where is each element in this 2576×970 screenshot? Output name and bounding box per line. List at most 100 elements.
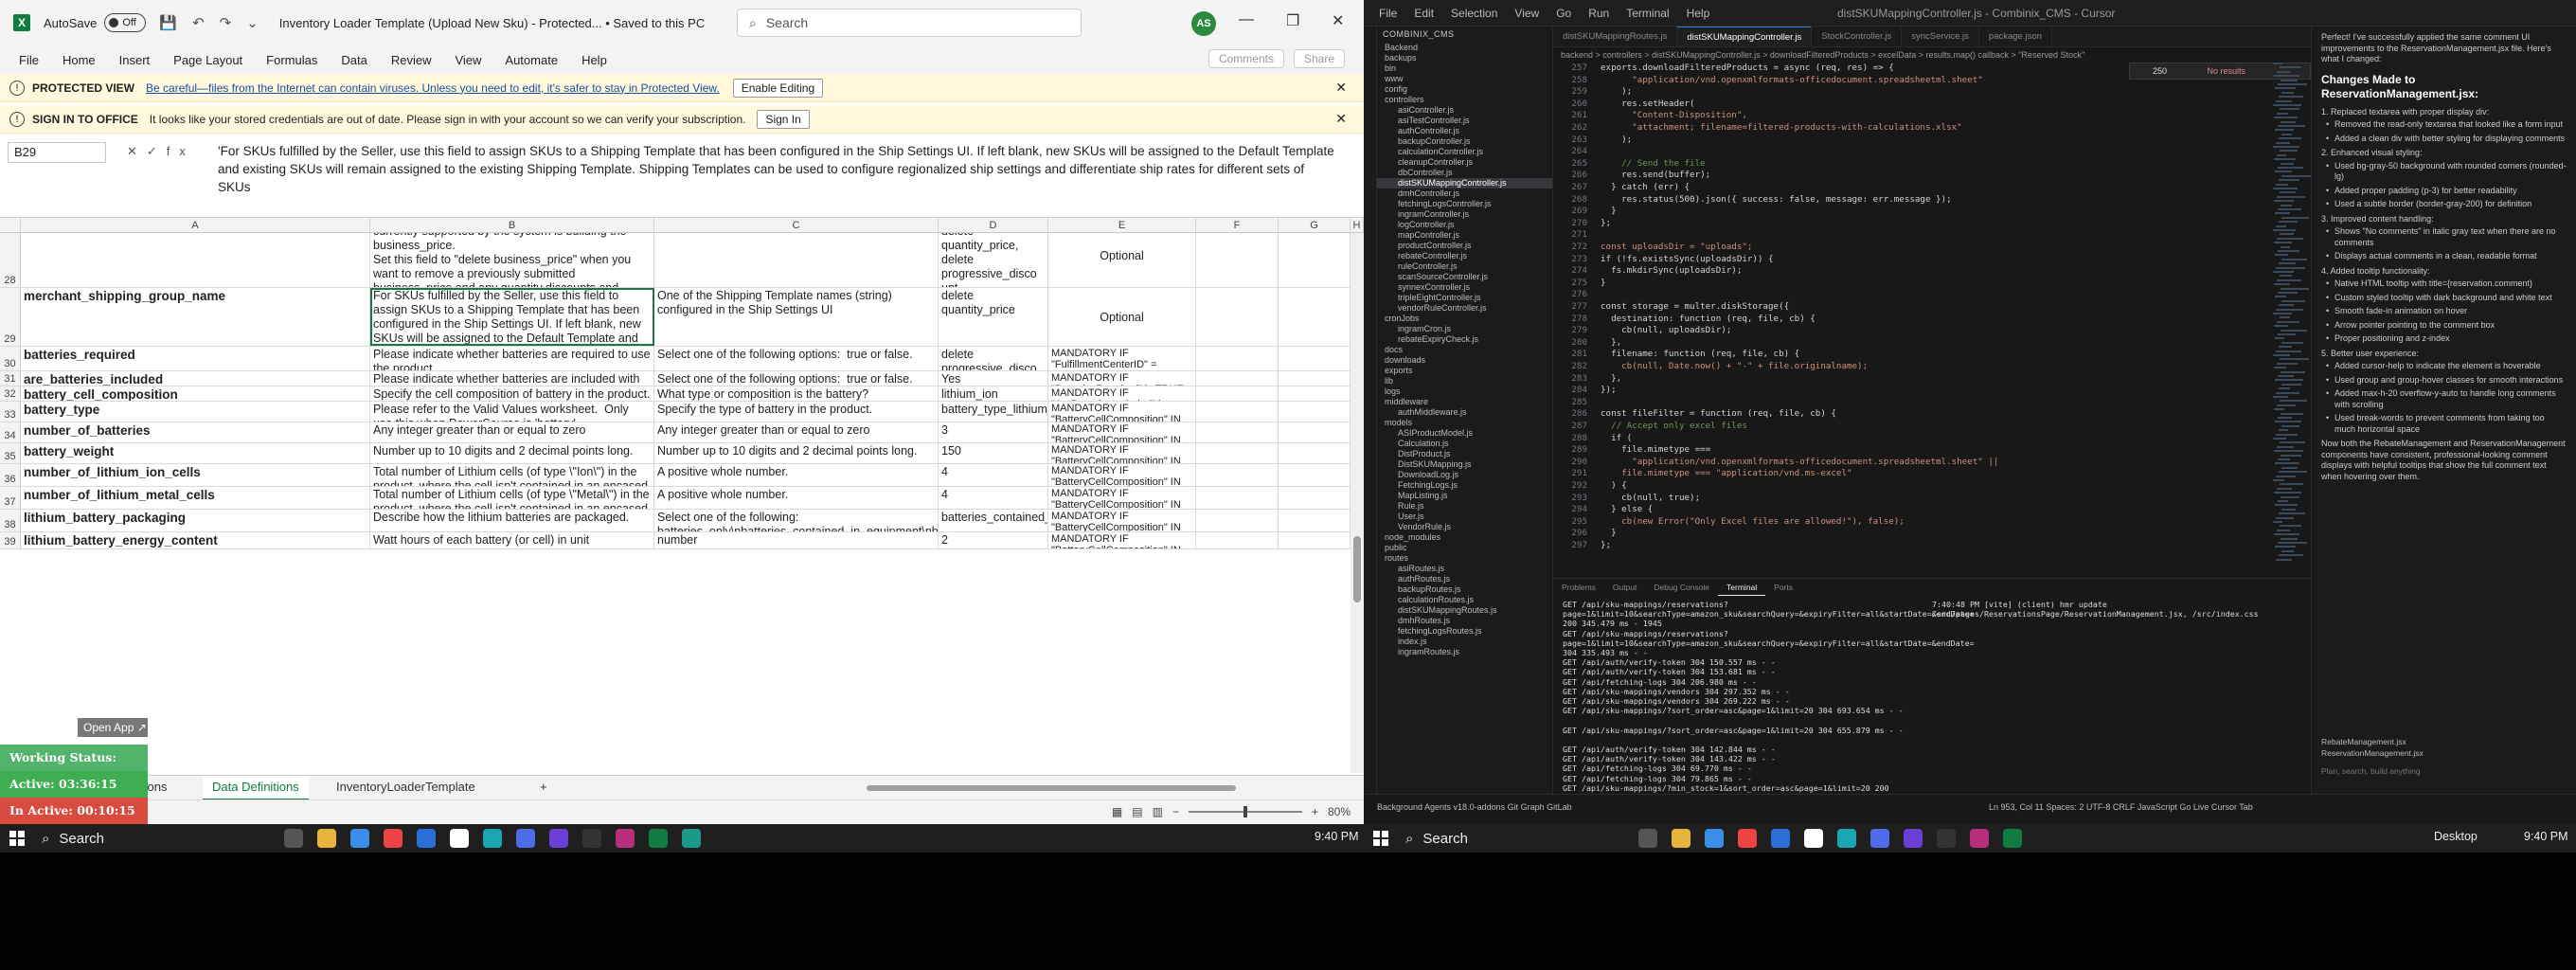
- code-line[interactable]: );: [1601, 86, 1632, 97]
- explorer-file[interactable]: rebateController.js: [1377, 251, 1552, 261]
- explorer-file[interactable]: Calculation.js: [1377, 439, 1552, 449]
- explorer-folder[interactable]: Backend: [1377, 43, 1552, 53]
- code-line[interactable]: cb(null, true);: [1601, 493, 1700, 503]
- app-icon[interactable]: [1904, 829, 1923, 848]
- cell-d[interactable]: battery_type_lithium_ion: [939, 402, 1048, 422]
- cursor-icon[interactable]: [582, 829, 601, 848]
- app-icon[interactable]: [483, 829, 502, 848]
- explorer-file[interactable]: synnexController.js: [1377, 282, 1552, 293]
- cell-a[interactable]: batteries_required: [21, 347, 370, 370]
- code-line[interactable]: };: [1601, 218, 1611, 228]
- code-line[interactable]: res.status(500).json({ success: false, m…: [1601, 194, 1951, 205]
- code-line[interactable]: if (: [1601, 433, 1632, 443]
- cell-b[interactable]: Total number of Lithium cells (of type \…: [370, 464, 654, 486]
- zoom-level[interactable]: 80%: [1328, 805, 1351, 818]
- cell-e[interactable]: MANDATORY IF "BatteryCellComposition" IN…: [1048, 402, 1196, 422]
- app-icon[interactable]: [1837, 829, 1856, 848]
- explorer-file[interactable]: backupController.js: [1377, 136, 1552, 147]
- cell-f[interactable]: [1196, 510, 1279, 531]
- explorer-file[interactable]: dmhRoutes.js: [1377, 616, 1552, 626]
- column-header[interactable]: A: [21, 218, 370, 233]
- ide-menu-item[interactable]: File: [1379, 7, 1397, 20]
- cell-a[interactable]: [21, 233, 370, 287]
- changed-file[interactable]: ReservationManagement.jsx: [2321, 748, 2567, 760]
- cell-f[interactable]: [1196, 402, 1279, 422]
- explorer-folder[interactable]: node_modules: [1377, 532, 1552, 543]
- code-line[interactable]: };: [1601, 540, 1611, 550]
- explorer-folder[interactable]: downloads: [1377, 355, 1552, 366]
- code-line[interactable]: destination: function (req, file, cb) {: [1601, 314, 1816, 324]
- ide-menu-item[interactable]: Selection: [1451, 7, 1497, 20]
- row-header[interactable]: 29: [0, 288, 21, 346]
- chrome-icon[interactable]: [1705, 829, 1724, 848]
- ribbon-tab[interactable]: Automate: [505, 53, 558, 67]
- comments-button[interactable]: Comments: [1208, 49, 1284, 68]
- explorer-file[interactable]: ASIProductModel.js: [1377, 428, 1552, 439]
- enable-editing-button[interactable]: Enable Editing: [732, 78, 824, 98]
- code-line[interactable]: res.send(buffer);: [1601, 170, 1710, 180]
- cell-d[interactable]: Yes: [939, 371, 1048, 386]
- cell-c[interactable]: Specify the type of battery in the produ…: [654, 402, 939, 422]
- cell-a[interactable]: merchant_shipping_group_name: [21, 288, 370, 346]
- task-view-icon[interactable]: [1638, 829, 1657, 848]
- ribbon-tab[interactable]: Data: [341, 53, 367, 67]
- explorer-file[interactable]: vendorRuleController.js: [1377, 303, 1552, 314]
- minimap[interactable]: [2273, 63, 2311, 578]
- explorer-file[interactable]: index.js: [1377, 637, 1552, 647]
- excel-search-box[interactable]: ⌕ Search: [737, 9, 1082, 37]
- editor-tab[interactable]: distSKUMappingRoutes.js: [1553, 27, 1678, 46]
- code-line[interactable]: },: [1601, 373, 1621, 384]
- explorer-file[interactable]: ingramRoutes.js: [1377, 647, 1552, 657]
- code-line[interactable]: } catch (err) {: [1601, 182, 1690, 192]
- explorer-file[interactable]: Rule.js: [1377, 501, 1552, 512]
- row-header[interactable]: 35: [0, 443, 21, 463]
- ribbon-tab[interactable]: Home: [63, 53, 96, 67]
- sign-in-button[interactable]: Sign In: [757, 109, 810, 129]
- code-line[interactable]: "application/vnd.openxmlformats-officedo…: [1601, 75, 1983, 85]
- onenote-icon[interactable]: [616, 829, 635, 848]
- row-header[interactable]: 37: [0, 487, 21, 509]
- cell-b[interactable]: currently supported by the system is bui…: [370, 233, 654, 287]
- windows-start-icon[interactable]: [9, 831, 25, 846]
- ribbon-tab[interactable]: View: [455, 53, 481, 67]
- select-all-corner[interactable]: [0, 218, 21, 233]
- cell-c[interactable]: What type or composition is the battery?: [654, 386, 939, 401]
- cell-g[interactable]: [1279, 371, 1351, 386]
- explorer-folder[interactable]: docs: [1377, 345, 1552, 355]
- explorer-file[interactable]: logController.js: [1377, 220, 1552, 230]
- chat-input[interactable]: Plan, search, build anything: [2321, 766, 2567, 778]
- column-header[interactable]: B: [370, 218, 654, 233]
- fx-icon[interactable]: ✕✓fx: [127, 144, 195, 159]
- column-header[interactable]: D: [939, 218, 1048, 233]
- explorer-folder[interactable]: controllers: [1377, 95, 1552, 105]
- cell-b[interactable]: Please indicate whether batteries are re…: [370, 347, 654, 370]
- explorer-file[interactable]: dbController.js: [1377, 168, 1552, 178]
- cell-c[interactable]: number: [654, 532, 939, 548]
- cell-d[interactable]: batteries_contained_in_equipment: [939, 510, 1048, 531]
- code-line[interactable]: },: [1601, 337, 1621, 348]
- explorer-file[interactable]: VendorRule.js: [1377, 522, 1552, 532]
- editor-tab[interactable]: syncService.js: [1902, 27, 1979, 46]
- column-header[interactable]: H: [1351, 218, 1364, 233]
- cell-e[interactable]: MANDATORY IF "BatteryCellComposition" IN…: [1048, 443, 1196, 463]
- formula-input[interactable]: 'For SKUs fulfilled by the Seller, use t…: [218, 142, 1335, 196]
- chrome-icon[interactable]: [350, 829, 369, 848]
- open-app-button[interactable]: Open App ↗: [78, 718, 148, 737]
- explorer-file[interactable]: dmhController.js: [1377, 189, 1552, 199]
- file-explorer-icon[interactable]: [317, 829, 336, 848]
- ribbon-tab[interactable]: Review: [391, 53, 432, 67]
- explorer-folder[interactable]: cronJobs: [1377, 314, 1552, 324]
- ide-menu-item[interactable]: Help: [1687, 7, 1710, 20]
- app-icon[interactable]: [682, 829, 701, 848]
- code-line[interactable]: exports.downloadFilteredProducts = async…: [1601, 63, 1894, 73]
- cell-f[interactable]: [1196, 288, 1279, 346]
- row-header[interactable]: 34: [0, 422, 21, 442]
- cell-a[interactable]: lithium_battery_packaging: [21, 510, 370, 531]
- explorer-folder[interactable]: models: [1377, 418, 1552, 428]
- explorer-folder[interactable]: exports: [1377, 366, 1552, 376]
- column-header[interactable]: E: [1048, 218, 1196, 233]
- explorer-file[interactable]: calculationRoutes.js: [1377, 595, 1552, 605]
- code-line[interactable]: "Content-Disposition",: [1601, 110, 1747, 120]
- row-header[interactable]: 38: [0, 510, 21, 531]
- close-icon[interactable]: ✕: [1332, 11, 1344, 30]
